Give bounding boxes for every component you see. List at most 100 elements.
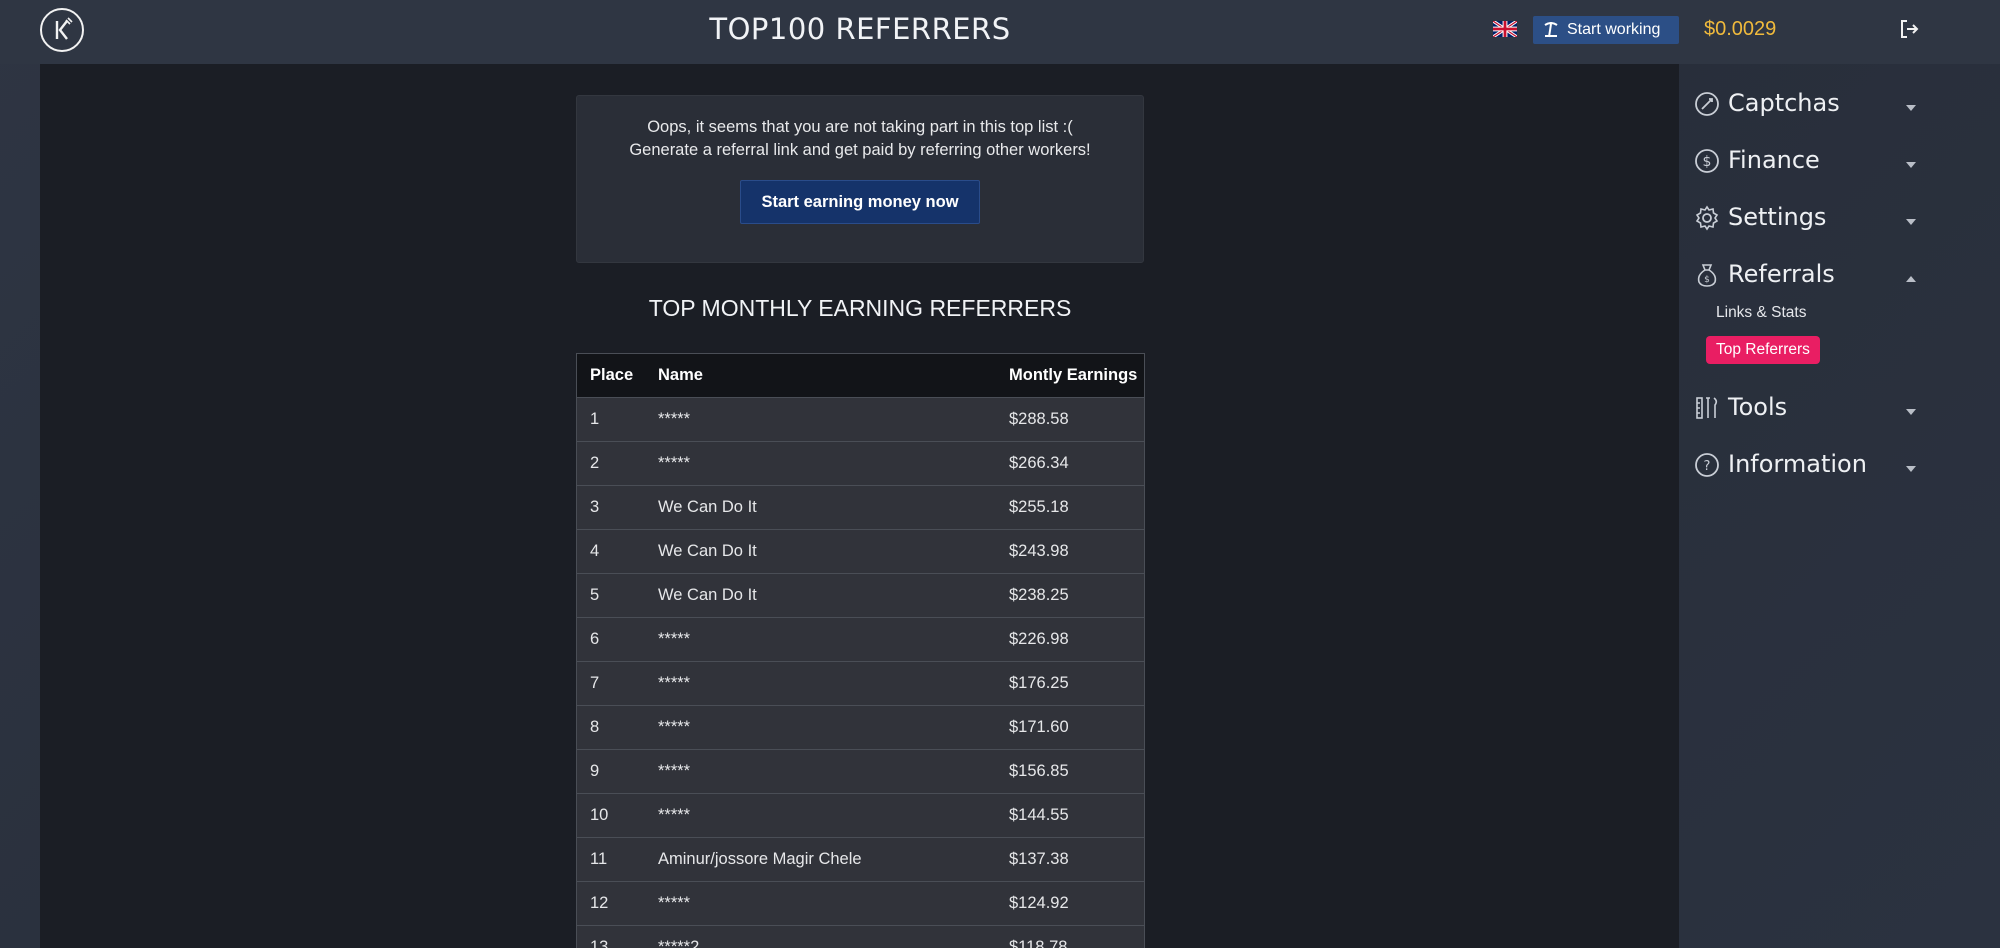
sidebar-item-tools[interactable]: Tools <box>1680 389 1920 429</box>
earnings-cell: $266.34 <box>996 441 1145 486</box>
chevron-down-icon <box>1906 105 1916 111</box>
place-cell: 2 <box>576 441 645 486</box>
earnings-cell: $238.25 <box>996 573 1145 618</box>
place-cell: 3 <box>576 485 645 530</box>
table-row: 8 ***** $171.60 <box>576 705 1145 750</box>
place-cell: 11 <box>576 837 645 882</box>
sidebar-subitem-top-referrers[interactable]: Top Referrers <box>1706 336 1820 364</box>
notice-line-1: Oops, it seems that you are not taking p… <box>647 118 1073 136</box>
name-cell: ***** <box>645 617 996 662</box>
name-cell: ***** <box>645 881 996 926</box>
table-row: 5 We Can Do It $238.25 <box>576 573 1145 618</box>
name-cell: ***** <box>645 705 996 750</box>
place-cell: 9 <box>576 749 645 794</box>
start-earning-button[interactable]: Start earning money now <box>740 180 980 224</box>
name-cell: ***** <box>645 661 996 706</box>
sidebar-item-label: Finance <box>1728 146 1820 174</box>
table-row: 1 ***** $288.58 <box>576 397 1145 442</box>
table-row: 9 ***** $156.85 <box>576 749 1145 794</box>
place-cell: 7 <box>576 661 645 706</box>
table-row: 10 ***** $144.55 <box>576 793 1145 838</box>
earnings-cell: $243.98 <box>996 529 1145 574</box>
place-cell: 13 <box>576 925 645 948</box>
earnings-cell: $137.38 <box>996 837 1145 882</box>
table-header-row: Place Name Montly Earnings <box>576 353 1145 398</box>
earnings-cell: $226.98 <box>996 617 1145 662</box>
start-working-button[interactable]: Start working <box>1533 16 1679 44</box>
table-row: 3 We Can Do It $255.18 <box>576 485 1145 530</box>
sidebar-item-finance[interactable]: $ Finance <box>1680 142 1920 182</box>
place-cell: 4 <box>576 529 645 574</box>
kolotibablo-logo-icon[interactable] <box>40 8 84 52</box>
place-cell: 8 <box>576 705 645 750</box>
notice-box: Oops, it seems that you are not taking p… <box>576 95 1144 263</box>
earnings-cell: $288.58 <box>996 397 1145 442</box>
column-header-earnings: Montly Earnings <box>996 353 1145 398</box>
chevron-down-icon <box>1906 219 1916 225</box>
logout-icon[interactable] <box>1898 18 1920 40</box>
place-cell: 10 <box>576 793 645 838</box>
name-cell: Aminur/jossore Magir Chele <box>645 837 996 882</box>
chevron-down-icon <box>1906 162 1916 168</box>
earnings-cell: $176.25 <box>996 661 1145 706</box>
sidebar-subitem-links-stats[interactable]: Links & Stats <box>1716 304 1806 322</box>
page-title: TOP100 REFERRERS <box>709 12 1011 46</box>
name-cell: *****2 <box>645 925 996 948</box>
sidebar-item-settings[interactable]: Settings <box>1680 199 1920 239</box>
name-cell: We Can Do It <box>645 485 996 530</box>
earnings-cell: $124.92 <box>996 881 1145 926</box>
table-row: 7 ***** $176.25 <box>576 661 1145 706</box>
place-cell: 6 <box>576 617 645 662</box>
table-row: 2 ***** $266.34 <box>576 441 1145 486</box>
main-content: Oops, it seems that you are not taking p… <box>40 64 1679 948</box>
name-cell: We Can Do It <box>645 529 996 574</box>
name-cell: ***** <box>645 749 996 794</box>
balance-value: $0.0029 <box>1704 18 1777 40</box>
notice-line-2: Generate a referral link and get paid by… <box>629 141 1091 159</box>
earnings-cell: $255.18 <box>996 485 1145 530</box>
top-header: TOP100 REFERRERS Start working $0.0029 <box>0 0 2000 64</box>
table-row: 13 *****2 $118.78 <box>576 925 1145 948</box>
sidebar-item-label: Settings <box>1728 203 1827 231</box>
name-cell: ***** <box>645 793 996 838</box>
place-cell: 5 <box>576 573 645 618</box>
chevron-down-icon <box>1906 466 1916 472</box>
sidebar-item-label: Referrals <box>1728 260 1835 288</box>
table-row: 12 ***** $124.92 <box>576 881 1145 926</box>
table-row: 11 Aminur/jossore Magir Chele $137.38 <box>576 837 1145 882</box>
gear-icon <box>1695 205 1719 231</box>
earnings-cell: $156.85 <box>996 749 1145 794</box>
earnings-cell: $118.78 <box>996 925 1145 948</box>
name-cell: ***** <box>645 441 996 486</box>
table-row: 4 We Can Do It $243.98 <box>576 529 1145 574</box>
name-cell: ***** <box>645 397 996 442</box>
svg-text:$: $ <box>1704 275 1710 285</box>
earnings-cell: $144.55 <box>996 793 1145 838</box>
sidebar-item-captchas[interactable]: Captchas <box>1680 85 1920 125</box>
svg-text:?: ? <box>1704 459 1711 474</box>
sidebar-item-referrals[interactable]: $ Referrals <box>1680 256 1920 296</box>
pickaxe-icon <box>1544 22 1558 38</box>
top-referrers-table: Place Name Montly Earnings 1 ***** $288.… <box>576 353 1145 948</box>
dollar-coin-icon: $ <box>1695 149 1719 173</box>
earnings-cell: $171.60 <box>996 705 1145 750</box>
column-header-name: Name <box>645 353 996 398</box>
svg-text:$: $ <box>1703 154 1712 170</box>
name-cell: We Can Do It <box>645 573 996 618</box>
column-header-place: Place <box>576 353 645 398</box>
place-cell: 12 <box>576 881 645 926</box>
tools-icon <box>1696 397 1718 419</box>
question-icon: ? <box>1695 453 1719 477</box>
captcha-pen-icon <box>1695 92 1719 116</box>
sidebar-item-label: Captchas <box>1728 89 1840 117</box>
sidebar-item-label: Tools <box>1728 393 1788 421</box>
uk-flag-icon[interactable] <box>1493 21 1517 37</box>
sidebar-item-information[interactable]: ? Information <box>1680 446 1920 486</box>
chevron-up-icon <box>1906 276 1916 282</box>
place-cell: 1 <box>576 397 645 442</box>
table-title: TOP MONTHLY EARNING REFERRERS <box>648 295 1072 321</box>
sidebar-item-label: Information <box>1728 450 1867 478</box>
start-working-label: Start working <box>1567 21 1661 38</box>
chevron-down-icon <box>1906 409 1916 415</box>
money-bag-icon: $ <box>1697 264 1717 287</box>
